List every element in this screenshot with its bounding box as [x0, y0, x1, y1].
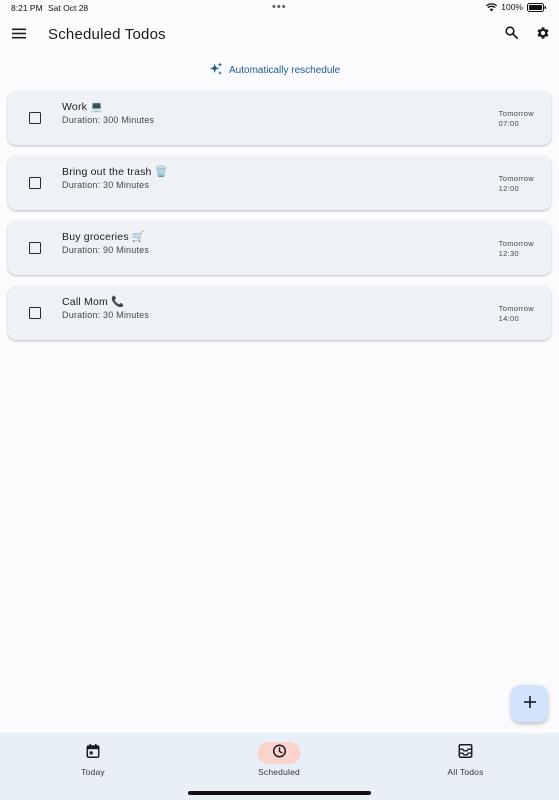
plus-icon	[523, 695, 536, 713]
todo-time: 07:00	[498, 119, 519, 128]
todo-time: 14:00	[498, 314, 519, 323]
status-date: Sat Oct 28	[48, 3, 89, 13]
todo-title: Bring out the trash 🗑️	[62, 166, 168, 178]
todo-day: Tomorrow	[498, 109, 534, 118]
todo-time: 12:30	[498, 249, 519, 258]
todo-title: Buy groceries 🛒	[62, 231, 146, 243]
menu-button[interactable]	[8, 24, 30, 46]
todo-duration: Duration: 30 Minutes	[62, 180, 150, 190]
todo-checkbox[interactable]	[29, 112, 41, 124]
search-button[interactable]	[500, 24, 522, 46]
nav-icon-container	[257, 742, 301, 764]
todo-time: 12:00	[498, 184, 519, 193]
todo-title: Work 💻	[62, 101, 104, 113]
auto-reschedule-button[interactable]: Automatically reschedule	[208, 61, 340, 79]
home-indicator[interactable]	[188, 791, 371, 795]
multitasking-dots-icon[interactable]: •••	[272, 1, 287, 13]
todo-schedule: Tomorrow 12:30	[499, 239, 534, 259]
nav-icon-container	[72, 742, 115, 764]
inbox-icon	[458, 743, 473, 763]
todo-card-call-mom[interactable]: Call Mom 📞 Duration: 30 Minutes Tomorrow…	[8, 286, 551, 340]
sparkle-icon	[208, 61, 224, 80]
menu-icon	[12, 26, 26, 44]
nav-item-all-todos[interactable]: All Todos	[372, 733, 559, 800]
search-icon	[504, 26, 518, 44]
battery-percent: 100%	[501, 2, 523, 12]
auto-reschedule-label: Automatically reschedule	[229, 64, 341, 76]
todo-list: Work 💻 Duration: 300 Minutes Tomorrow 07…	[8, 91, 551, 351]
status-bar: 8:21 PM Sat Oct 28 ••• 100%	[0, 0, 559, 16]
todo-duration: Duration: 90 Minutes	[62, 245, 150, 255]
settings-button[interactable]	[532, 24, 554, 46]
todo-day: Tomorrow	[498, 174, 534, 183]
status-indicators: 100%	[486, 2, 547, 12]
todo-duration: Duration: 300 Minutes	[62, 115, 155, 125]
clock-icon	[272, 743, 286, 763]
add-todo-button[interactable]	[511, 685, 548, 722]
todo-checkbox[interactable]	[29, 177, 41, 189]
nav-label-today: Today	[81, 767, 105, 777]
todo-title: Call Mom 📞	[62, 296, 125, 308]
todo-day: Tomorrow	[498, 239, 534, 248]
nav-item-today[interactable]: Today	[0, 733, 186, 800]
bottom-navigation: Today Scheduled All Todos	[0, 733, 559, 800]
calendar-icon	[86, 743, 100, 763]
nav-label-scheduled: Scheduled	[258, 767, 300, 777]
wifi-icon	[486, 2, 498, 12]
todo-checkbox[interactable]	[29, 242, 41, 254]
gear-icon	[536, 26, 550, 45]
todo-card-trash[interactable]: Bring out the trash 🗑️ Duration: 30 Minu…	[8, 156, 551, 210]
todo-duration: Duration: 30 Minutes	[62, 310, 150, 320]
todo-schedule: Tomorrow 14:00	[499, 304, 534, 324]
todo-day: Tomorrow	[498, 304, 534, 313]
todo-card-work[interactable]: Work 💻 Duration: 300 Minutes Tomorrow 07…	[8, 91, 551, 145]
todo-schedule: Tomorrow 12:00	[499, 174, 534, 194]
nav-item-scheduled[interactable]: Scheduled	[186, 733, 372, 800]
nav-label-all-todos: All Todos	[447, 767, 484, 777]
todo-schedule: Tomorrow 07:00	[499, 109, 534, 129]
page-title: Scheduled Todos	[48, 26, 166, 43]
app-bar: Scheduled Todos	[0, 18, 559, 54]
battery-icon	[527, 2, 547, 12]
todo-card-groceries[interactable]: Buy groceries 🛒 Duration: 90 Minutes Tom…	[8, 221, 551, 275]
status-time: 8:21 PM	[11, 3, 43, 13]
todo-checkbox[interactable]	[29, 307, 41, 319]
nav-icon-container	[444, 742, 487, 764]
